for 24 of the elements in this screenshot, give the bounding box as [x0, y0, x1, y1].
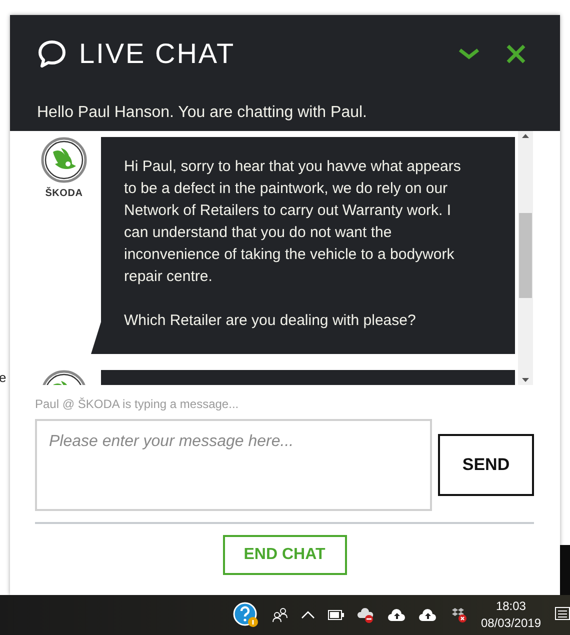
chevron-down-icon[interactable] [458, 48, 480, 60]
greeting-text: Hello Paul Hanson. You are chatting with Paul. [37, 104, 368, 122]
box-error-icon[interactable] [450, 607, 468, 623]
chat-title: LIVE CHAT [79, 38, 236, 70]
caret-up-icon[interactable] [300, 611, 315, 619]
cloud-upload-icon[interactable] [388, 608, 406, 622]
speech-bubble-icon [37, 39, 67, 69]
people-icon[interactable] [272, 607, 288, 623]
clock-date: 08/03/2019 [480, 615, 541, 632]
message-input[interactable]: Please enter your message here... [35, 419, 432, 511]
brand-name: ŠKODA [45, 188, 83, 199]
cloud-error-icon[interactable] [356, 607, 375, 623]
clock-time: 18:03 [496, 598, 526, 615]
typing-status: Paul @ ŠKODA is typing a message... [35, 397, 240, 411]
scrollbar[interactable] [518, 131, 533, 385]
message-text: Which Retailer are you dealing with please? [124, 311, 417, 331]
battery-icon[interactable] [328, 610, 344, 620]
message-text: Hi Paul, sorry to hear that you havve what appears to be a defect in the paintwork, we do rely on our Network of Retailers to carry out Warranty work. I can understand that you do not want the inconvenience of taking the vehicle to a bodywork repair centre. [124, 157, 462, 287]
brand-logo [41, 137, 87, 183]
close-icon[interactable] [506, 44, 526, 64]
cloud-upload-icon[interactable] [418, 608, 437, 622]
help-icon[interactable] [232, 602, 259, 628]
notification-icon[interactable] [555, 607, 570, 623]
send-button[interactable]: SEND [438, 434, 534, 496]
